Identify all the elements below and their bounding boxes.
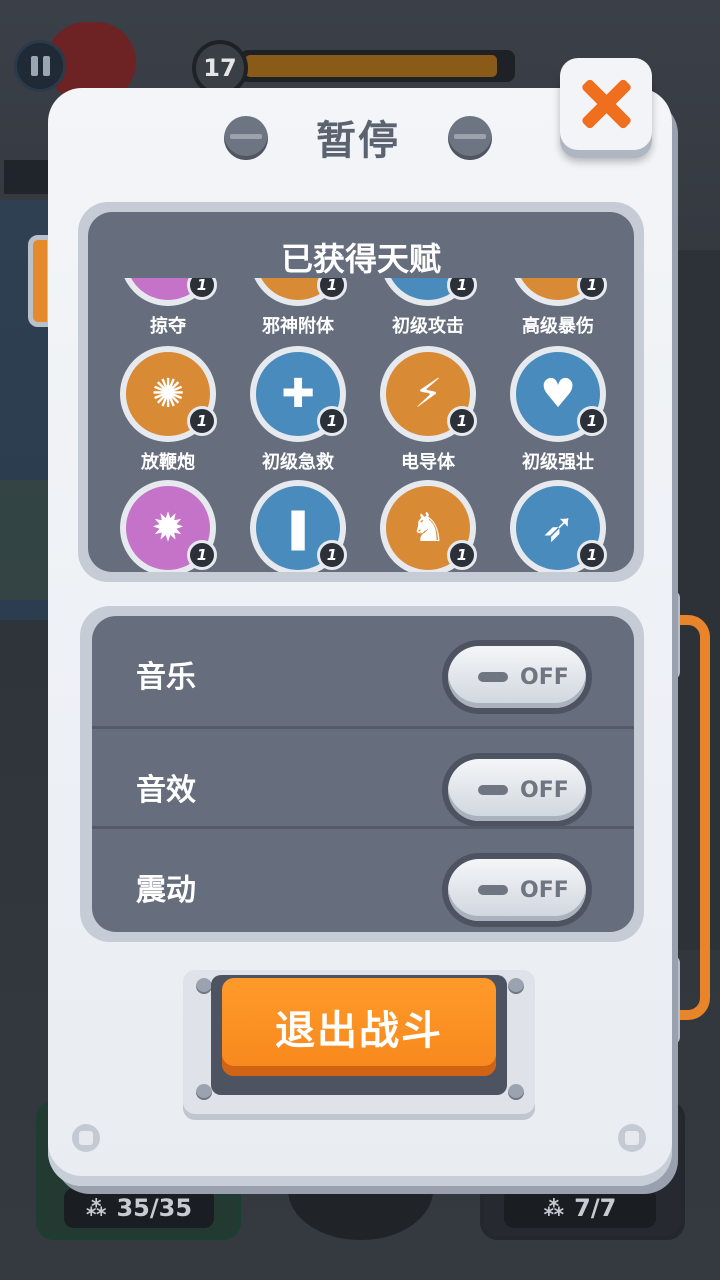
ammo-counter-left: ⁂ 35/35 <box>64 1188 214 1228</box>
vibration-label: 震动 <box>136 873 196 908</box>
talent-item[interactable]: ✸1高级暴伤 <box>493 278 623 350</box>
hud-side-indicator <box>4 160 54 194</box>
ammo-icon: ⁂ <box>85 1196 107 1220</box>
lightning-icon: ⚡ <box>413 371 443 417</box>
talent-count-badge: 1 <box>447 406 477 436</box>
xp-progress-fill <box>245 55 497 77</box>
talent-item[interactable]: ♞ 1 <box>363 480 493 572</box>
talent-label: 电导体 <box>401 452 455 473</box>
ammo-counter-right: ⁂ 7/7 <box>504 1188 656 1228</box>
bullets-icon: ❚ <box>281 505 315 551</box>
close-icon <box>578 76 634 132</box>
talents-panel: 已获得天赋 ✦1掠夺☠1邪神附体⚔1初级攻击✸1高级暴伤✺1放鞭炮✚1初级急救⚡… <box>88 212 634 572</box>
settings-panel: 音乐 OFF 音效 OFF 震动 OFF <box>92 616 634 932</box>
talent-label: 高级暴伤 <box>522 316 594 337</box>
ammo-count-right: 7/7 <box>574 1194 617 1222</box>
talent-label: 掠夺 <box>150 316 186 337</box>
pause-button[interactable] <box>14 40 66 92</box>
toggle-off-icon <box>478 885 508 895</box>
setting-row-music: 音乐 OFF <box>92 616 634 716</box>
bolt-icon <box>72 1124 100 1152</box>
talent-item[interactable]: ⚡ 1 电导体 <box>363 346 493 486</box>
pause-icon-bar <box>30 56 38 76</box>
screw-icon <box>196 1084 212 1100</box>
talent-label: 初级强壮 <box>522 452 594 473</box>
talent-count-badge: 1 <box>187 540 217 570</box>
talent-label: 初级急救 <box>262 452 334 473</box>
talent-item[interactable]: ✦1掠夺 <box>103 278 233 350</box>
toggle-off-icon <box>478 672 508 682</box>
setting-row-sound: 音效 OFF <box>92 726 634 827</box>
ammo-icon: ⁂ <box>543 1196 565 1220</box>
talent-item[interactable]: ➶ 1 <box>493 480 623 572</box>
talent-label: 放鞭炮 <box>141 452 195 473</box>
pause-icon-bar <box>42 56 50 76</box>
talent-count-badge: 1 <box>317 540 347 570</box>
ammo-count-left: 35/35 <box>116 1194 193 1222</box>
dialog-title: 暂停 <box>316 118 400 164</box>
sound-toggle-state: OFF <box>520 777 569 803</box>
talent-item[interactable]: ❚ 1 <box>233 480 363 572</box>
talent-count-badge: 1 <box>577 540 607 570</box>
talent-label: 邪神附体 <box>262 316 334 337</box>
talent-item[interactable]: ✺ 1 放鞭炮 <box>103 346 233 486</box>
xp-progress-bar <box>240 50 515 82</box>
music-toggle-state: OFF <box>520 664 569 690</box>
music-label: 音乐 <box>136 660 196 695</box>
first-aid-kit-icon: ✚ <box>281 371 315 417</box>
talent-item[interactable]: ♥ 1 初级强壮 <box>493 346 623 486</box>
firecracker-icon: ✺ <box>151 371 185 417</box>
music-toggle[interactable]: OFF <box>448 646 586 708</box>
setting-row-vibration: 震动 OFF <box>92 826 634 927</box>
sound-effects-label: 音效 <box>136 773 196 808</box>
talent-item[interactable]: ⚔1初级攻击 <box>363 278 493 350</box>
talent-item[interactable]: ✚ 1 初级急救 <box>233 346 363 486</box>
vibration-toggle-state: OFF <box>520 877 569 903</box>
talent-count-badge: 1 <box>447 540 477 570</box>
talent-label: 初级攻击 <box>392 316 464 337</box>
rocket-icon: ➶ <box>541 505 575 551</box>
talent-item[interactable]: ☠1邪神附体 <box>233 278 363 350</box>
heart-up-icon: ♥ <box>540 371 576 417</box>
close-button[interactable] <box>560 58 652 150</box>
screw-icon <box>508 978 524 994</box>
talent-count-badge: 1 <box>317 406 347 436</box>
talent-count-badge: 1 <box>577 406 607 436</box>
talents-title: 已获得天赋 <box>280 240 441 278</box>
exit-battle-button[interactable]: 退出战斗 <box>222 978 496 1076</box>
toggle-off-icon <box>478 785 508 795</box>
guardian-lion-icon: ♞ <box>410 505 446 551</box>
vibration-toggle[interactable]: OFF <box>448 859 586 921</box>
talent-item[interactable]: ✹ 1 <box>103 480 233 572</box>
talent-count-badge: 1 <box>187 406 217 436</box>
sound-effects-toggle[interactable]: OFF <box>448 759 586 821</box>
explosion-icon: ✹ <box>151 505 185 551</box>
bolt-icon <box>618 1124 646 1152</box>
screw-icon <box>508 1084 524 1100</box>
talents-scroll-list[interactable]: ✦1掠夺☠1邪神附体⚔1初级攻击✸1高级暴伤✺1放鞭炮✚1初级急救⚡1电导体♥1… <box>88 278 634 572</box>
screw-icon <box>196 978 212 994</box>
